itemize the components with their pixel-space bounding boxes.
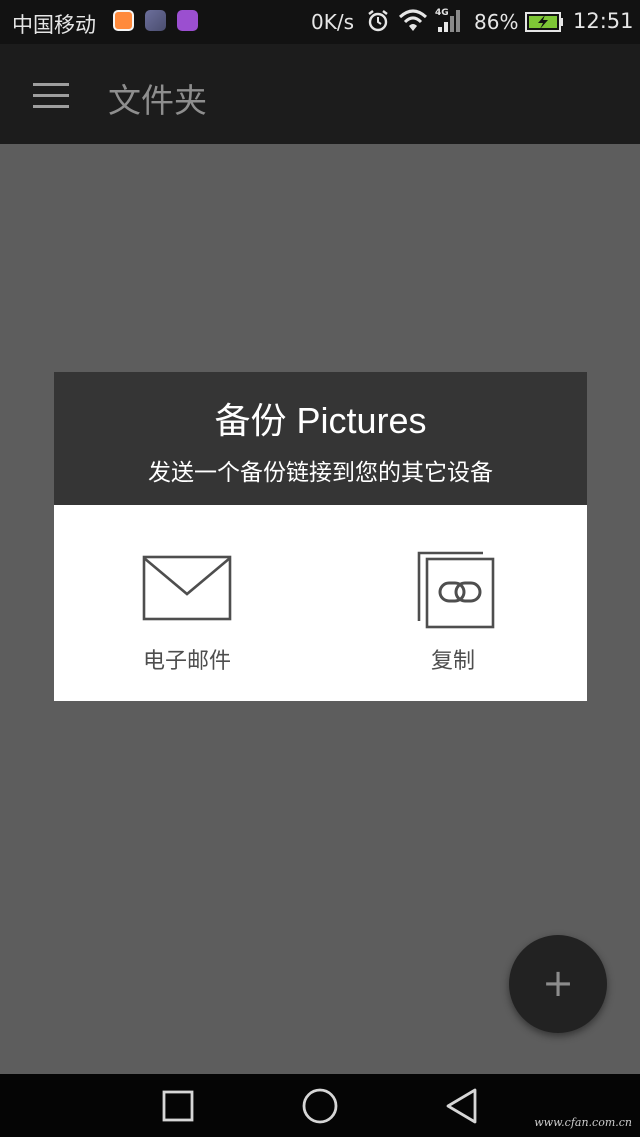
email-option-button[interactable]: 电子邮件 bbox=[77, 505, 297, 701]
home-icon[interactable] bbox=[275, 1074, 365, 1137]
add-button[interactable]: + bbox=[509, 935, 607, 1033]
plus-icon: + bbox=[542, 961, 574, 1005]
network-type-label: 4G bbox=[435, 8, 449, 18]
system-nav-bar: www.cfan.com.cn bbox=[0, 1074, 640, 1137]
battery-charging-icon bbox=[525, 12, 563, 32]
clock: 12:51 bbox=[573, 9, 634, 33]
copy-option-button[interactable]: 复制 bbox=[343, 505, 563, 701]
envelope-icon bbox=[142, 555, 232, 621]
back-icon[interactable] bbox=[417, 1074, 507, 1137]
page-title: 文件夹 bbox=[108, 81, 207, 120]
app-notification-icon bbox=[113, 10, 134, 31]
email-option-label: 电子邮件 bbox=[142, 649, 231, 674]
carrier-name: 中国移动 bbox=[12, 13, 96, 37]
net-speed: 0K/s bbox=[311, 10, 354, 34]
wifi-icon bbox=[398, 9, 428, 31]
watermark: www.cfan.com.cn bbox=[534, 1116, 632, 1129]
signal-icon: 4G bbox=[435, 8, 460, 32]
menu-icon[interactable] bbox=[33, 83, 69, 109]
recent-apps-icon[interactable] bbox=[133, 1074, 223, 1137]
status-bar: 中国移动 0K/s 4G 86% 12:51 bbox=[0, 0, 640, 44]
dialog-subtitle: 发送一个备份链接到您的其它设备 bbox=[148, 460, 493, 486]
app-bar: 文件夹 bbox=[0, 44, 640, 144]
dialog-body: 电子邮件 复制 bbox=[54, 505, 587, 701]
backup-dialog: 备份 Pictures 发送一个备份链接到您的其它设备 电子邮件 复制 bbox=[54, 372, 587, 701]
gallery-notification-icon bbox=[177, 10, 198, 31]
dialog-header: 备份 Pictures 发送一个备份链接到您的其它设备 bbox=[54, 372, 587, 505]
alarm-icon bbox=[368, 10, 388, 32]
battery-percent: 86% bbox=[474, 10, 519, 34]
app-notification-icon bbox=[145, 10, 166, 31]
copy-option-label: 复制 bbox=[430, 649, 475, 674]
copy-link-icon bbox=[417, 551, 495, 629]
dialog-title: 备份 Pictures bbox=[214, 400, 427, 441]
